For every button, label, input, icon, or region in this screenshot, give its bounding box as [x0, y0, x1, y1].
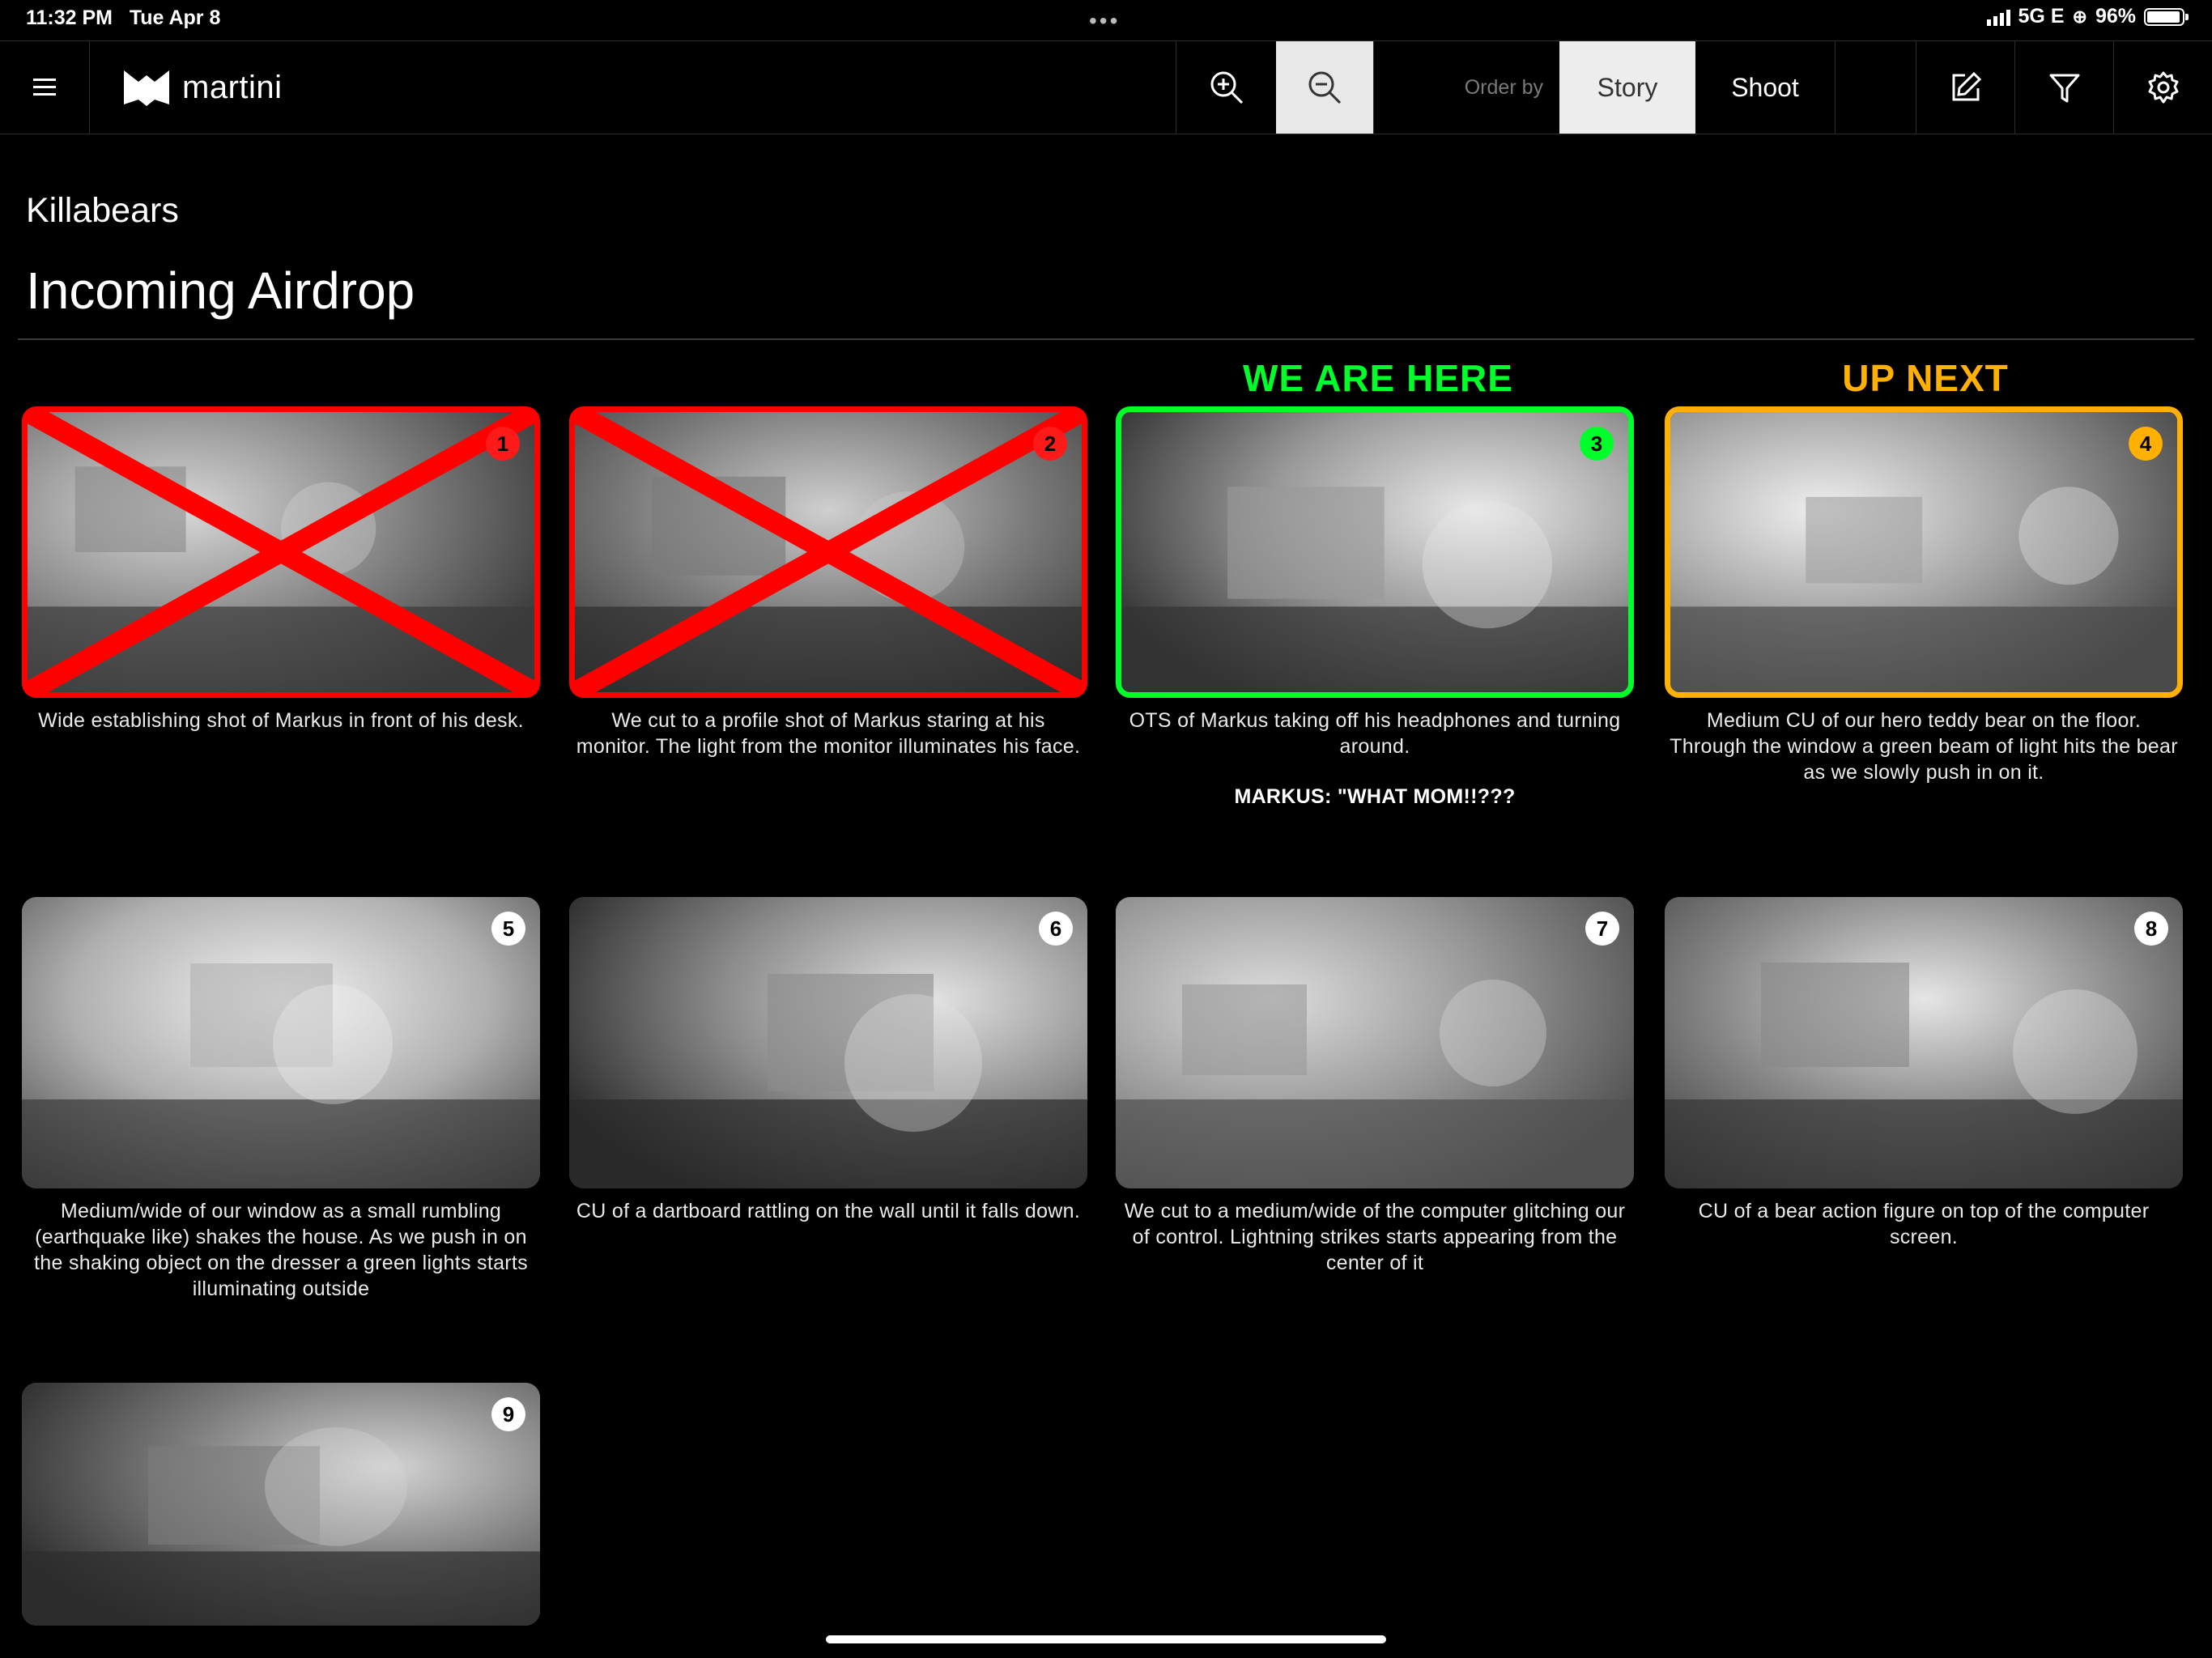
- shot-number-badge: 8: [2134, 912, 2168, 946]
- storyboard-sketch-image: [22, 1383, 540, 1626]
- orientation-lock-icon: ⊕: [2072, 6, 2087, 27]
- order-story-button[interactable]: Story: [1559, 41, 1695, 134]
- multitasking-dots-icon[interactable]: •••: [1089, 8, 1120, 34]
- shot-thumbnail[interactable]: 7: [1116, 897, 1634, 1188]
- network-label: 5G E: [2018, 5, 2065, 28]
- martini-logo-icon: [124, 70, 169, 106]
- shot-thumbnail[interactable]: 6: [569, 897, 1087, 1188]
- toolbar: martini Order by Story Shoot: [0, 40, 2212, 134]
- header-divider: [18, 338, 2194, 340]
- shot-card[interactable]: 3 OTS of Markus taking off his headphones…: [1116, 406, 1634, 809]
- shot-number-badge: 6: [1039, 912, 1073, 946]
- shot-number-badge: 2: [1033, 427, 1067, 461]
- zoom-out-button[interactable]: [1276, 41, 1373, 134]
- shot-number-badge: 1: [486, 427, 520, 461]
- toolbar-spacer: [1835, 41, 1916, 134]
- completed-x-mark-icon: [28, 412, 534, 692]
- brand-name: martini: [182, 69, 283, 105]
- shot-thumbnail[interactable]: 9: [22, 1383, 540, 1626]
- shot-card[interactable]: 5 Medium/wide of our window as a small ru…: [22, 897, 540, 1302]
- shot-caption: Medium/wide of our window as a small rum…: [34, 1200, 528, 1300]
- order-by-label: Order by: [1373, 41, 1559, 134]
- shot-card[interactable]: 6 CU of a dartboard rattling on the wall …: [569, 897, 1087, 1224]
- shot-caption: We cut to a medium/wide of the computer …: [1124, 1200, 1626, 1274]
- home-indicator[interactable]: [826, 1635, 1386, 1643]
- menu-button[interactable]: [0, 41, 89, 134]
- filter-button[interactable]: [2014, 41, 2113, 134]
- completed-x-mark-icon: [575, 412, 1082, 692]
- storyboard-sketch-image: [1665, 897, 2183, 1188]
- shot-card[interactable]: 1 Wide establishing shot of Markus in fro…: [22, 406, 540, 733]
- hamburger-menu-icon: [33, 79, 56, 96]
- signal-icon: [1986, 8, 2010, 26]
- shot-caption: CU of a bear action figure on top of the…: [1698, 1200, 2150, 1248]
- shot-card[interactable]: 2 We cut to a profile shot of Markus star…: [569, 406, 1087, 759]
- shot-number-badge: 9: [491, 1397, 525, 1431]
- shot-number-badge: 4: [2129, 427, 2163, 461]
- shot-caption: We cut to a profile shot of Markus stari…: [576, 709, 1081, 758]
- shot-thumbnail[interactable]: 4: [1665, 406, 2183, 698]
- zoom-out-icon: [1308, 71, 1342, 104]
- shot-thumbnail[interactable]: 2: [569, 406, 1087, 698]
- shot-caption: Wide establishing shot of Markus in fron…: [38, 709, 524, 732]
- shot-card[interactable]: 7 We cut to a medium/wide of the computer…: [1116, 897, 1634, 1276]
- shot-dialogue: MARKUS: "WHAT MOM!!???: [1234, 785, 1516, 808]
- shot-thumbnail[interactable]: 1: [22, 406, 540, 698]
- shot-card[interactable]: 8 CU of a bear action figure on top of th…: [1665, 897, 2183, 1250]
- zoom-in-icon: [1210, 71, 1243, 104]
- storyboard-sketch-image: [1116, 897, 1634, 1188]
- we-are-here-label: WE ARE HERE: [1243, 357, 1513, 399]
- storyboard-sketch-image: [1670, 412, 2177, 692]
- shot-card[interactable]: 9: [22, 1383, 540, 1626]
- storyboard-sketch-image: [569, 897, 1087, 1188]
- battery-icon: [2144, 7, 2189, 26]
- shot-number-badge: 7: [1585, 912, 1619, 946]
- shot-caption: OTS of Markus taking off his headphones …: [1129, 709, 1621, 758]
- status-right: 5G E ⊕ 96%: [1986, 5, 2189, 28]
- zoom-in-button[interactable]: [1176, 41, 1276, 134]
- edit-button[interactable]: [1916, 41, 2014, 134]
- shot-number-badge: 3: [1580, 427, 1614, 461]
- up-next-label: UP NEXT: [1842, 357, 2009, 399]
- scene-title: Incoming Airdrop: [26, 261, 415, 320]
- settings-button[interactable]: [2113, 41, 2212, 134]
- shot-thumbnail[interactable]: 5: [22, 897, 540, 1188]
- shot-caption: CU of a dartboard rattling on the wall u…: [576, 1200, 1081, 1222]
- shot-caption: Medium CU of our hero teddy bear on the …: [1670, 709, 2178, 784]
- order-shoot-button[interactable]: Shoot: [1695, 41, 1835, 134]
- gear-icon: [2148, 71, 2178, 104]
- project-title: Killabears: [26, 191, 179, 230]
- status-time: 11:32 PM Tue Apr 8: [26, 6, 221, 29]
- shot-card[interactable]: 4 Medium CU of our hero teddy bear on the…: [1665, 406, 2183, 785]
- shot-thumbnail[interactable]: 8: [1665, 897, 2183, 1188]
- edit-icon: [1952, 71, 1981, 101]
- battery-percent: 96%: [2095, 5, 2136, 28]
- status-bar: 11:32 PM Tue Apr 8 ••• 5G E ⊕ 96%: [0, 0, 2212, 39]
- shot-thumbnail[interactable]: 3: [1116, 406, 1634, 698]
- filter-icon: [2049, 74, 2079, 103]
- storyboard-sketch-image: [1121, 412, 1628, 692]
- storyboard-sketch-image: [22, 897, 540, 1188]
- shot-number-badge: 5: [491, 912, 525, 946]
- brand-logo[interactable]: martini: [89, 41, 368, 134]
